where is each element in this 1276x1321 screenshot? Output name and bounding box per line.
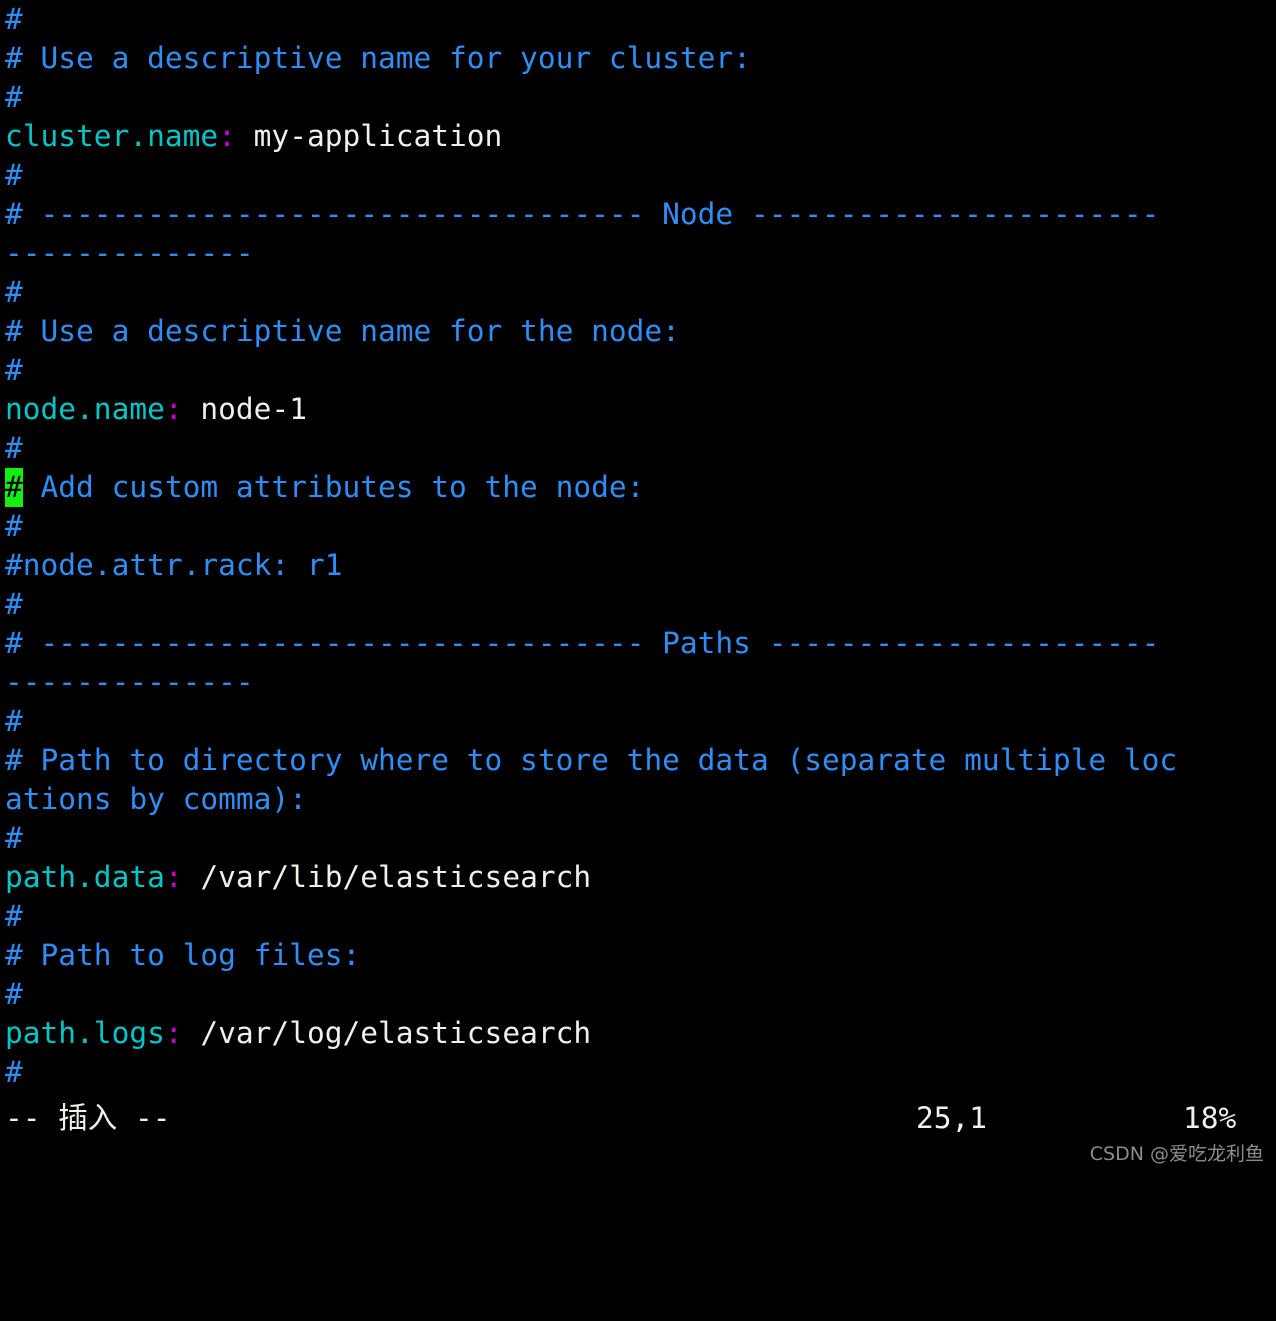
buffer-line[interactable]: path.logs: /var/log/elasticsearch [0, 1014, 1276, 1053]
buffer-line[interactable]: # ---------------------------------- Pat… [0, 624, 1276, 663]
yaml-colon: : [164, 392, 183, 426]
yaml-value: /var/log/elasticsearch [182, 1016, 592, 1050]
csdn-watermark: CSDN @爱吃龙利鱼 [1089, 1143, 1264, 1165]
comment-text: # [5, 1055, 23, 1089]
comment-text: # Use a descriptive name for your cluste… [5, 41, 751, 75]
buffer-line[interactable]: # ---------------------------------- Nod… [0, 195, 1276, 234]
yaml-key: path.logs [5, 1016, 165, 1050]
comment-text: # [5, 275, 23, 309]
buffer-line[interactable]: path.data: /var/lib/elasticsearch [0, 858, 1276, 897]
comment-text: # [5, 353, 23, 387]
comment-text: # [5, 899, 23, 933]
yaml-key: node.name [5, 392, 165, 426]
comment-text: # [5, 587, 23, 621]
buffer-line[interactable]: # Path to directory where to store the d… [0, 741, 1276, 780]
comment-text: -------------- [5, 236, 254, 270]
buffer-line[interactable]: ations by comma): [0, 780, 1276, 819]
buffer-line[interactable]: # [0, 819, 1276, 858]
buffer-line[interactable]: # [0, 429, 1276, 468]
comment-text: Add custom attributes to the node: [22, 470, 645, 504]
yaml-value: my-application [235, 119, 503, 153]
buffer-line[interactable]: # [0, 0, 1276, 39]
buffer-line[interactable]: # Path to log files: [0, 936, 1276, 975]
yaml-colon: : [164, 1016, 183, 1050]
buffer-line[interactable]: # Use a descriptive name for your cluste… [0, 39, 1276, 78]
buffer-line[interactable]: # [0, 156, 1276, 195]
buffer-line[interactable]: # [0, 1053, 1276, 1092]
buffer-line[interactable]: # Use a descriptive name for the node: [0, 312, 1276, 351]
vim-text-buffer[interactable]: # # Use a descriptive name for your clust… [0, 0, 1276, 1096]
buffer-line[interactable]: # [0, 897, 1276, 936]
vim-status-line: -- 插入 -- 25,1 18% [0, 1096, 1276, 1141]
yaml-colon: : [218, 119, 236, 153]
terminal-window[interactable]: # # Use a descriptive name for your clust… [0, 0, 1276, 1175]
comment-text: ations by comma): [5, 782, 307, 816]
buffer-line[interactable]: # [0, 273, 1276, 312]
comment-text: # [5, 158, 23, 192]
text-cursor-block: # [5, 468, 23, 507]
comment-text: # [5, 431, 23, 465]
buffer-line[interactable]: cluster.name: my-application [0, 117, 1276, 156]
comment-text: # Path to directory where to store the d… [5, 743, 1178, 777]
yaml-value: /var/lib/elasticsearch [182, 860, 592, 894]
comment-text: # [5, 977, 23, 1011]
buffer-line[interactable]: node.name: node-1 [0, 390, 1276, 429]
comment-text: # [5, 509, 23, 543]
buffer-line[interactable]: # [0, 702, 1276, 741]
comment-text: # [5, 704, 23, 738]
comment-text: # [5, 80, 23, 114]
buffer-line[interactable]: # [0, 351, 1276, 390]
buffer-line[interactable]: # [0, 975, 1276, 1014]
comment-text: # Path to log files: [5, 938, 361, 972]
yaml-key: cluster.name [5, 119, 219, 153]
buffer-line[interactable]: # Add custom attributes to the node: [0, 468, 1276, 507]
buffer-line[interactable]: #node.attr.rack: r1 [0, 546, 1276, 585]
comment-text: # Use a descriptive name for the node: [5, 314, 680, 348]
yaml-colon: : [164, 860, 183, 894]
buffer-line[interactable]: # [0, 78, 1276, 117]
yaml-value: node-1 [182, 392, 307, 426]
comment-text: # [5, 821, 23, 855]
comment-text: # ---------------------------------- Nod… [5, 197, 1160, 231]
status-cursor-position: 25,1 [916, 1101, 988, 1135]
status-mode-indicator: -- 插入 -- [5, 1101, 171, 1135]
buffer-line[interactable]: # [0, 585, 1276, 624]
comment-text: #node.attr.rack: r1 [5, 548, 343, 582]
comment-text: # [5, 2, 23, 36]
buffer-line[interactable]: -------------- [0, 663, 1276, 702]
comment-text: # ---------------------------------- Pat… [5, 626, 1160, 660]
yaml-key: path.data [5, 860, 165, 894]
status-scroll-percent: 18% [1183, 1101, 1237, 1135]
buffer-line[interactable]: -------------- [0, 234, 1276, 273]
comment-text: -------------- [5, 665, 254, 699]
buffer-line[interactable]: # [0, 507, 1276, 546]
